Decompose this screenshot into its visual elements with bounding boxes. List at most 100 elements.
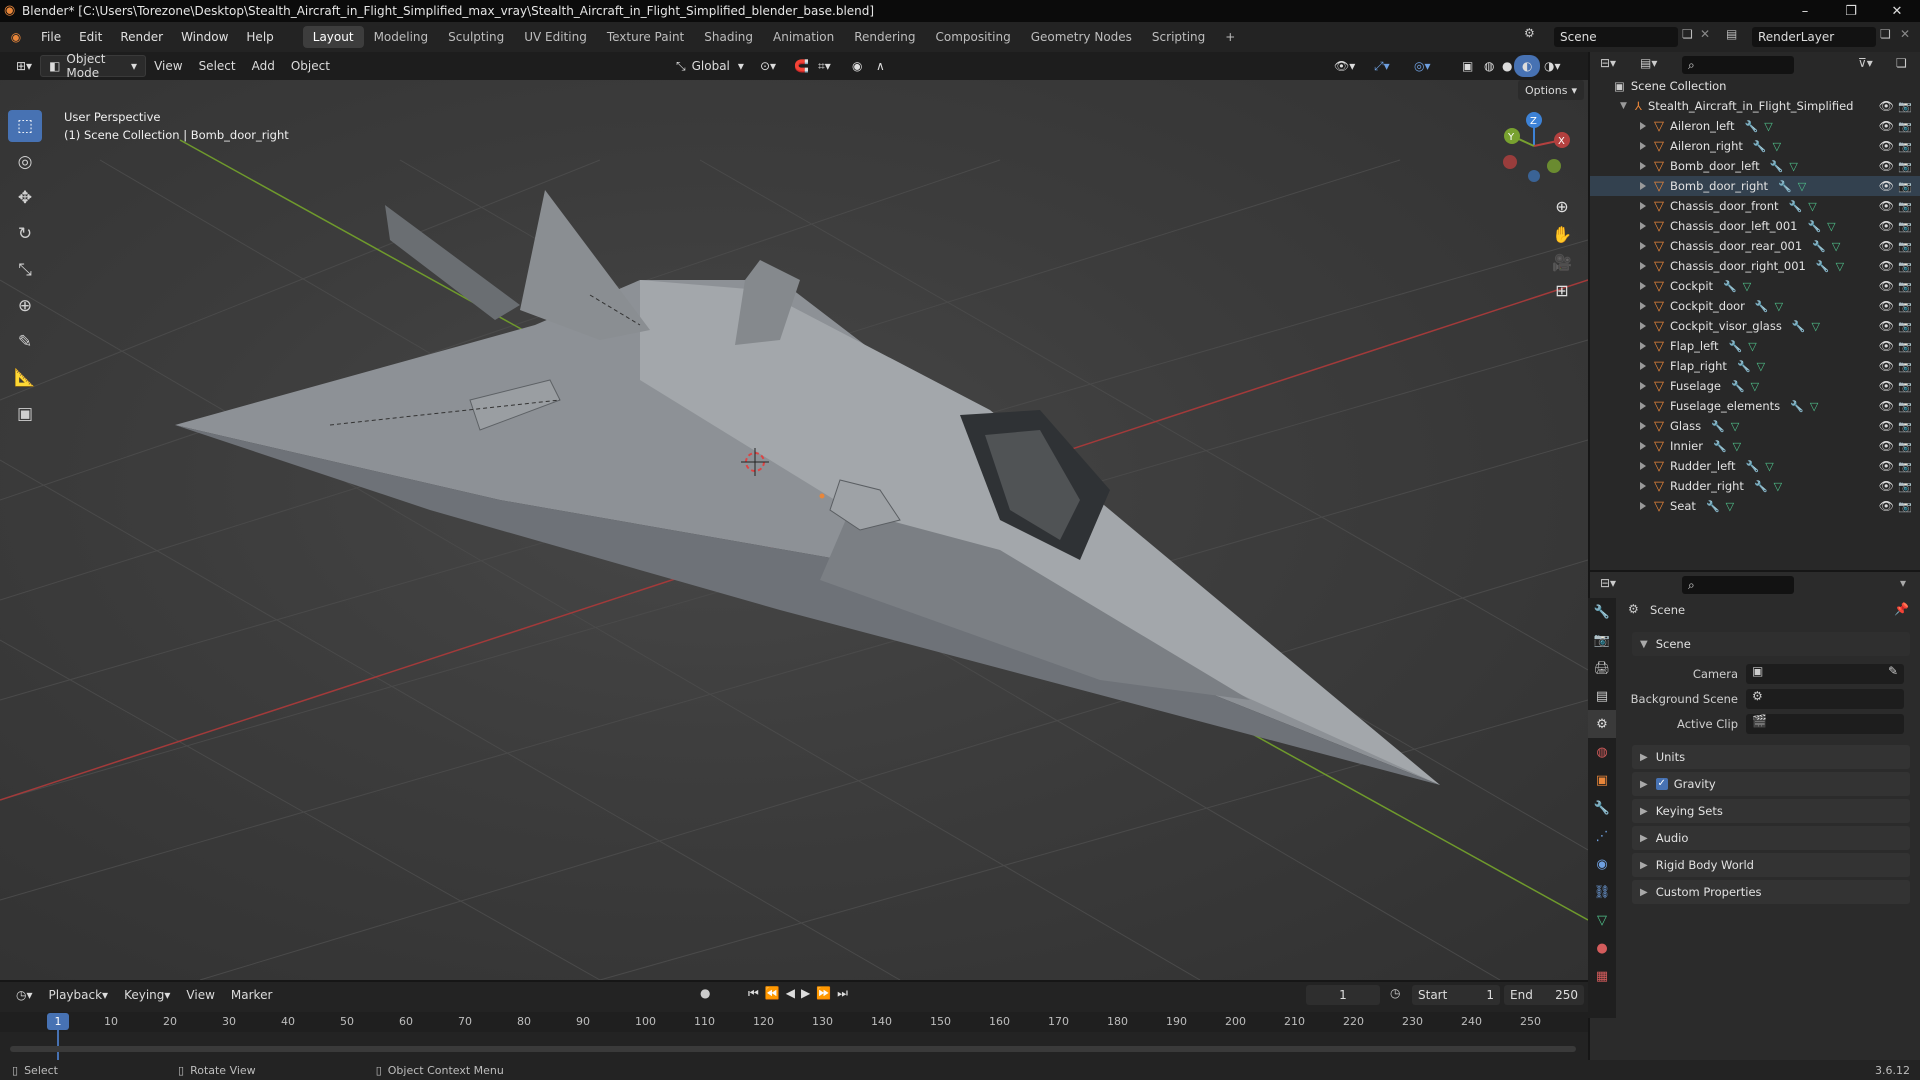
timeline-editor-type-icon[interactable]: ◷▾ (8, 984, 41, 1006)
collapse-arrow-icon[interactable]: ▼ (1620, 101, 1627, 111)
visibility-eye-icon[interactable]: 👁 (1879, 439, 1894, 453)
mode-dropdown[interactable]: ◧ Object Mode ▾ (40, 52, 147, 80)
expand-arrow-icon[interactable] (1640, 302, 1646, 310)
mesh-data-icon[interactable]: ▽ (1726, 500, 1734, 513)
visibility-eye-icon[interactable]: 👁 (1879, 459, 1894, 473)
eyedropper-icon[interactable]: ✎ (1888, 664, 1898, 678)
navigation-gizmo[interactable]: Z X Y (1498, 110, 1570, 182)
modifier-wrench-icon[interactable]: 🔧 (1789, 200, 1803, 213)
outliner-scene-collection[interactable]: ▣ Scene Collection (1590, 76, 1920, 96)
tab-scripting[interactable]: Scripting (1142, 26, 1215, 48)
render-camera-icon[interactable]: 📷 (1898, 160, 1912, 173)
visibility-icon[interactable]: 👁▾ (1326, 55, 1363, 77)
measure-tool-icon[interactable]: 📐 (8, 362, 42, 394)
menu-help[interactable]: Help (237, 22, 282, 52)
modifier-wrench-icon[interactable]: 🔧 (1792, 320, 1806, 333)
render-camera-icon[interactable]: 📷 (1898, 220, 1912, 233)
render-camera-icon[interactable]: 📷 (1898, 480, 1912, 493)
mesh-data-icon[interactable]: ▽ (1757, 360, 1765, 373)
menu-marker[interactable]: Marker (223, 984, 280, 1006)
view-layer-tab-icon[interactable]: ▤ (1588, 682, 1616, 710)
expand-arrow-icon[interactable] (1640, 122, 1646, 130)
outliner-item[interactable]: ▽ Seat 🔧 ▽ 👁 📷 (1590, 496, 1920, 516)
select-box-tool-icon[interactable]: ⬚ (8, 110, 42, 142)
outliner-editor-type-icon[interactable]: ⊟▾ (1600, 56, 1616, 70)
outliner-item[interactable]: ▽ Chassis_door_front 🔧 ▽ 👁 📷 (1590, 196, 1920, 216)
mesh-data-icon[interactable]: ▽ (1827, 220, 1835, 233)
render-camera-icon[interactable]: 📷 (1898, 400, 1912, 413)
data-tab-icon[interactable]: ▽ (1588, 906, 1616, 934)
visibility-eye-icon[interactable]: 👁 (1879, 159, 1894, 173)
outliner-search-input[interactable]: ⌕ (1682, 56, 1794, 74)
filter-icon[interactable]: ⊽▾ (1858, 56, 1873, 70)
playback-controls[interactable]: ⏮⏪◀▶⏩⏭ (748, 986, 854, 1001)
maximize-button[interactable]: ❐ (1828, 0, 1874, 22)
tab-animation[interactable]: Animation (763, 26, 844, 48)
modifier-wrench-icon[interactable]: 🔧 (1723, 280, 1737, 293)
outliner-item[interactable]: ▽ Bomb_door_right 🔧 ▽ 👁 📷 (1590, 176, 1920, 196)
ortho-grid-icon[interactable]: ⊞ (1548, 276, 1576, 304)
pivot-icon[interactable]: ⊙▾ (752, 55, 784, 77)
end-frame-field[interactable]: End 250 (1504, 985, 1584, 1005)
visibility-eye-icon[interactable]: 👁 (1879, 399, 1894, 413)
add-workspace-button[interactable]: + (1215, 26, 1245, 48)
mesh-data-icon[interactable]: ▽ (1743, 280, 1751, 293)
outliner-item[interactable]: ▽ Chassis_door_left_001 🔧 ▽ 👁 📷 (1590, 216, 1920, 236)
modifier-wrench-icon[interactable]: 🔧 (1790, 400, 1804, 413)
menu-window[interactable]: Window (172, 22, 237, 52)
properties-editor-type-icon[interactable]: ⊟▾ (1600, 576, 1616, 590)
outliner-item[interactable]: ▽ Chassis_door_right_001 🔧 ▽ 👁 📷 (1590, 256, 1920, 276)
tool-tab-icon[interactable]: 🔧 (1588, 598, 1616, 626)
stealth-aircraft-model[interactable] (175, 190, 1440, 785)
camera-field[interactable]: ▣ ✎ (1746, 664, 1904, 684)
visibility-eye-icon[interactable]: 👁 (1879, 479, 1894, 493)
menu-file[interactable]: File (32, 22, 70, 52)
visibility-eye-icon[interactable]: 👁 (1879, 339, 1894, 353)
outliner-item[interactable]: ▽ Flap_left 🔧 ▽ 👁 📷 (1590, 336, 1920, 356)
move-tool-icon[interactable]: ✥ (8, 182, 42, 214)
visibility-eye-icon[interactable]: 👁 (1879, 239, 1894, 253)
render-camera-icon[interactable]: 📷 (1898, 120, 1912, 133)
camera-view-icon[interactable]: 🎥 (1548, 248, 1576, 276)
visibility-eye-icon[interactable]: 👁 (1879, 419, 1894, 433)
expand-arrow-icon[interactable] (1640, 462, 1646, 470)
tab-layout[interactable]: Layout (302, 26, 364, 48)
rotate-tool-icon[interactable]: ↻ (8, 218, 42, 250)
physics-tab-icon[interactable]: ◉ (1588, 850, 1616, 878)
gravity-panel-header[interactable]: ▶ ✓ Gravity (1632, 772, 1910, 796)
active-clip-field[interactable]: 🎬 (1746, 714, 1904, 734)
world-tab-icon[interactable]: ◍ (1588, 738, 1616, 766)
gizmo-toggle-icon[interactable]: ⤢▾ (1366, 55, 1398, 77)
modifier-tab-icon[interactable]: 🔧 (1588, 794, 1616, 822)
properties-options-icon[interactable]: ▾ (1900, 576, 1906, 590)
render-camera-icon[interactable]: 📷 (1898, 380, 1912, 393)
visibility-eye-icon[interactable]: 👁 (1879, 259, 1894, 273)
expand-arrow-icon[interactable] (1640, 262, 1646, 270)
audio-panel-header[interactable]: ▶ Audio (1632, 826, 1910, 850)
modifier-wrench-icon[interactable]: 🔧 (1729, 340, 1743, 353)
visibility-eye-icon[interactable]: 👁 (1879, 199, 1894, 213)
overlay-toggle-icon[interactable]: ◎▾ (1406, 55, 1439, 77)
outliner-item[interactable]: ▽ Aileron_right 🔧 ▽ 👁 📷 (1590, 136, 1920, 156)
playhead-frame-badge[interactable]: 1 (47, 1013, 69, 1030)
expand-arrow-icon[interactable] (1640, 222, 1646, 230)
visibility-eye-icon[interactable]: 👁 (1879, 279, 1894, 293)
new-view-layer-icon[interactable]: ❏ (1880, 27, 1891, 41)
object-tab-icon[interactable]: ▣ (1588, 766, 1616, 794)
pan-hand-icon[interactable]: ✋ (1548, 220, 1576, 248)
delete-view-layer-icon[interactable]: ✕ (1900, 27, 1910, 41)
expand-arrow-icon[interactable] (1640, 162, 1646, 170)
modifier-wrench-icon[interactable]: 🔧 (1737, 360, 1751, 373)
outliner-item[interactable]: ▽ Bomb_door_left 🔧 ▽ 👁 📷 (1590, 156, 1920, 176)
gravity-checkbox[interactable]: ✓ (1655, 778, 1668, 790)
render-camera-icon[interactable]: 📷 (1898, 420, 1912, 433)
mesh-data-icon[interactable]: ▽ (1774, 480, 1782, 493)
menu-object[interactable]: Object (283, 55, 338, 77)
delete-scene-icon[interactable]: ✕ (1700, 27, 1710, 41)
custom-properties-panel-header[interactable]: ▶ Custom Properties (1632, 880, 1910, 904)
proportional-edit-icon[interactable]: ◉ (844, 55, 870, 77)
expand-arrow-icon[interactable] (1640, 322, 1646, 330)
expand-arrow-icon[interactable] (1640, 202, 1646, 210)
menu-add[interactable]: Add (244, 55, 283, 77)
render-tab-icon[interactable]: 📷 (1588, 626, 1616, 654)
